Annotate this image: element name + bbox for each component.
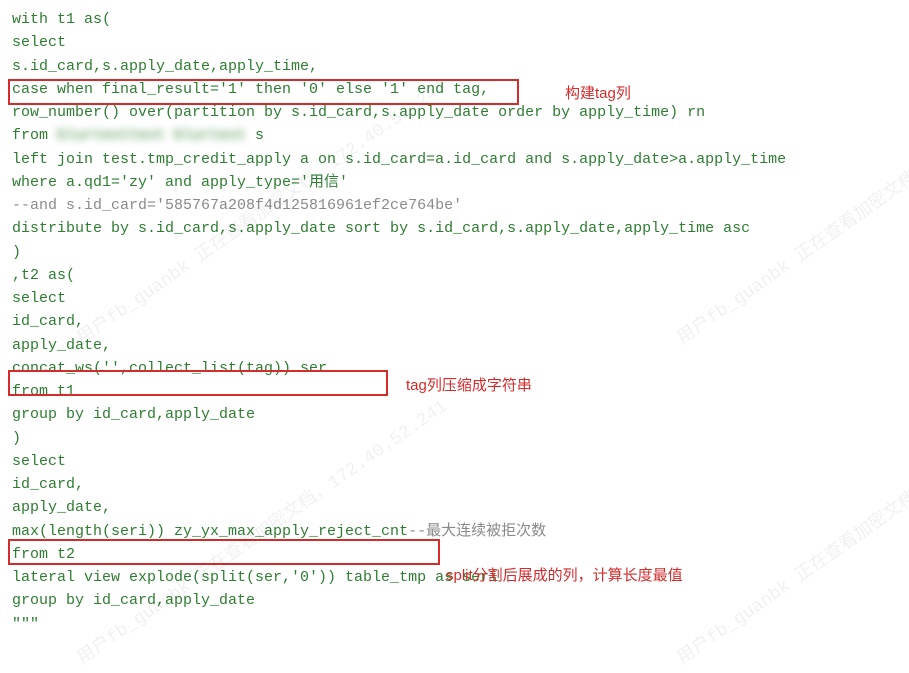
annotation-text: 构建tag列 [565, 82, 631, 105]
code-line: left join test.tmp_credit_apply a on s.i… [12, 148, 897, 171]
code-line: id_card, [12, 310, 897, 333]
code-line: ,t2 as( [12, 264, 897, 287]
code-line: with t1 as( [12, 8, 897, 31]
code-line: distribute by s.id_card,s.apply_date sor… [12, 217, 897, 240]
code-line: max(length(seri)) zy_yx_max_apply_reject… [12, 520, 897, 543]
code-line: """ [12, 613, 897, 636]
code-line: group by id_card,apply_date [12, 403, 897, 426]
blurred-text: blurtexttext blurtext [57, 124, 246, 147]
annotation-text: tag列压缩成字符串 [406, 374, 532, 397]
code-text: max(length(seri)) zy_yx_max_apply_reject… [12, 523, 408, 540]
code-line: from blurtexttext blurtext s [12, 124, 897, 147]
annotation-text: split分割后展成的列，计算长度最值 [446, 564, 683, 587]
code-line: select [12, 287, 897, 310]
code-text: s [246, 127, 264, 144]
code-line: case when final_result='1' then '0' else… [12, 78, 897, 101]
code-text: from [12, 127, 57, 144]
code-line: apply_date, [12, 334, 897, 357]
code-line: row_number() over(partition by s.id_card… [12, 101, 897, 124]
code-line: where a.qd1='zy' and apply_type='用信' [12, 171, 897, 194]
code-comment: --and s.id_card='585767a208f4d125816961e… [12, 194, 897, 217]
code-line: select [12, 31, 897, 54]
code-line: ) [12, 427, 897, 450]
code-comment: --最大连续被拒次数 [408, 523, 546, 540]
code-line: select [12, 450, 897, 473]
code-line: id_card, [12, 473, 897, 496]
code-line: s.id_card,s.apply_date,apply_time, [12, 55, 897, 78]
code-line: ) [12, 241, 897, 264]
code-line: from t2 [12, 543, 897, 566]
code-line: apply_date, [12, 496, 897, 519]
code-line: group by id_card,apply_date [12, 589, 897, 612]
